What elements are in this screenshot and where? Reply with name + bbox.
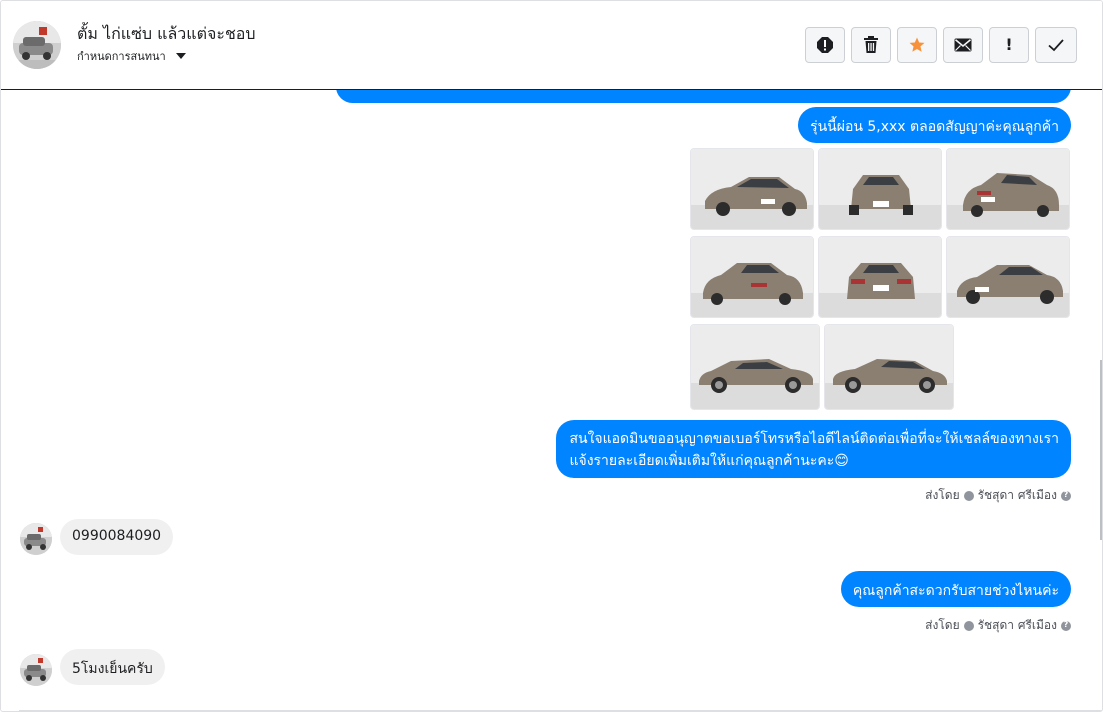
conversation-header: ตั้ม ไก่แซ่บ แล้วแต่จะชอบ กำหนดการสนทนา (1, 1, 1102, 90)
star-icon (909, 37, 925, 52)
spam-button[interactable] (805, 27, 845, 63)
message-text: 0990084090 (72, 528, 162, 544)
message-bubble-outgoing[interactable]: รุ่นนี้ผ่อน 5,xxx ตลอดสัญญาค่ะคุณลูกค้า (798, 107, 1071, 143)
composer-divider (19, 710, 1102, 711)
message-bubble-incoming[interactable]: 5โมงเย็นครับ (60, 649, 165, 685)
car-photo-4[interactable] (690, 236, 814, 318)
help-icon[interactable] (1061, 620, 1071, 631)
exclamation-icon: ! (1005, 35, 1013, 54)
car-photo-1[interactable] (690, 148, 814, 230)
message-bubble-incoming[interactable]: 0990084090 (60, 519, 174, 555)
contact-name: ตั้ม ไก่แซ่บ แล้วแต่จะชอบ (77, 24, 256, 43)
conversation-setting-label: กำหนดการสนทนา (77, 50, 166, 63)
message-text-line-2: แจ้งรายละเอียดเพิ่มเติมให้แก่คุณลูกค้านะ… (569, 453, 849, 469)
trash-icon (864, 36, 878, 53)
car-photo-8[interactable] (824, 324, 954, 410)
envelope-icon (954, 38, 972, 52)
message-text: คุณลูกค้าสะดวกรับสายช่วงไหนค่ะ (852, 583, 1059, 599)
sent-by-label: ส่งโดย รัชสุดา ศรีเมือง (925, 616, 1071, 635)
car-photo-6[interactable] (946, 236, 1070, 318)
delete-button[interactable] (851, 27, 891, 63)
contact-avatar[interactable] (13, 21, 61, 69)
sent-by-name[interactable]: รัชสุดา ศรีเมือง (978, 486, 1057, 505)
message-list[interactable]: รุ่นนี้ผ่อน 5,xxx ตลอดสัญญาค่ะคุณลูกค้า (1, 90, 1102, 711)
scrollbar[interactable] (1100, 360, 1102, 540)
help-icon[interactable] (1061, 490, 1071, 501)
contact-avatar-small[interactable] (20, 523, 52, 555)
car-photo-2[interactable] (818, 148, 942, 230)
message-bubble-outgoing[interactable]: สนใจแอดมินขออนุญาตขอเบอร์โทรหรือไอดีไลน์… (556, 420, 1071, 478)
sent-by-name[interactable]: รัชสุดา ศรีเมือง (978, 616, 1057, 635)
sent-by-prefix: ส่งโดย (925, 488, 960, 502)
conversation-toolbar: ! (805, 27, 1077, 63)
done-button[interactable] (1035, 27, 1077, 63)
caret-down-icon (175, 53, 186, 59)
alert-circle-icon (817, 37, 833, 53)
check-icon (1048, 39, 1064, 52)
important-button[interactable]: ! (989, 27, 1029, 63)
agent-badge-icon (963, 490, 974, 501)
car-photo-5[interactable] (818, 236, 942, 318)
mark-unread-button[interactable] (943, 27, 983, 63)
car-photo-7[interactable] (690, 324, 820, 410)
message-text-line-1: สนใจแอดมินขออนุญาตขอเบอร์โทรหรือไอดีไลน์… (569, 431, 1059, 447)
message-text: 5โมงเย็นครับ (72, 661, 153, 677)
sent-by-label: ส่งโดย รัชสุดา ศรีเมือง (925, 486, 1071, 505)
agent-badge-icon (963, 620, 974, 631)
car-photo-3[interactable] (946, 148, 1070, 230)
conversation-panel: ตั้ม ไก่แซ่บ แล้วแต่จะชอบ กำหนดการสนทนา (0, 0, 1103, 712)
previous-message-bubble[interactable] (336, 90, 1071, 103)
conversation-setting-dropdown[interactable]: กำหนดการสนทนา (77, 47, 186, 65)
message-text: รุ่นนี้ผ่อน 5,xxx ตลอดสัญญาค่ะคุณลูกค้า (810, 119, 1059, 135)
contact-avatar-small[interactable] (20, 654, 52, 686)
sent-by-prefix: ส่งโดย (925, 618, 960, 632)
message-bubble-outgoing[interactable]: คุณลูกค้าสะดวกรับสายช่วงไหนค่ะ (840, 571, 1071, 607)
star-button[interactable] (897, 27, 937, 63)
